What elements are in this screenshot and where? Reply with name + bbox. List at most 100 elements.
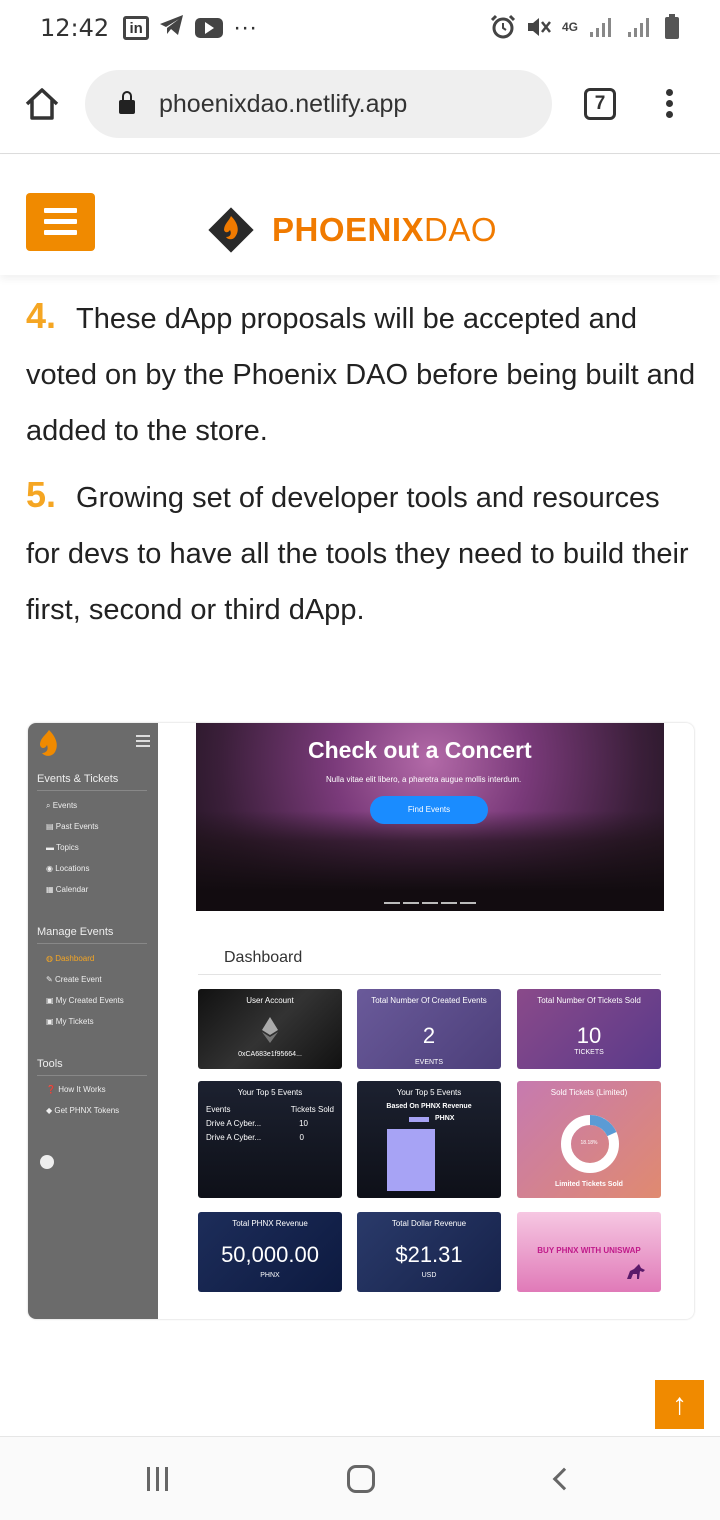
dollar-revenue-card: Total Dollar Revenue $21.31 USD bbox=[357, 1212, 501, 1292]
donut-percent: 18.18% bbox=[580, 1140, 598, 1146]
card-caption: Limited Tickets Sold bbox=[555, 1181, 623, 1188]
screenshot-sidebar: Events & Tickets ⌕ Events ▤ Past Events … bbox=[28, 723, 158, 1319]
home-icon[interactable] bbox=[22, 84, 62, 124]
list-item-text: Growing set of developer tools and resou… bbox=[26, 482, 689, 626]
more-notifications-icon: ··· bbox=[233, 14, 258, 41]
browser-toolbar: phoenixdao.netlify.app 7 bbox=[0, 56, 720, 154]
sidebar-link: ▣ My Created Events bbox=[46, 996, 124, 1005]
hero-subtitle: Nulla vitae elit libero, a pharetra augu… bbox=[326, 775, 522, 784]
table-header-row: Events Tickets Sold bbox=[206, 1105, 334, 1114]
alarm-icon bbox=[490, 14, 516, 39]
sidebar-link: ❓ How It Works bbox=[46, 1085, 106, 1094]
list-item: 4. These dApp proposals will be accepted … bbox=[26, 288, 698, 459]
sidebar-link: ◉ Locations bbox=[46, 864, 90, 873]
created-events-card: Total Number Of Created Events 2 EVENTS bbox=[357, 989, 501, 1069]
card-unit: USD bbox=[421, 1272, 437, 1279]
uniswap-card: BUY PHNX WITH UNISWAP bbox=[517, 1212, 661, 1292]
card-value: 50,000.00 bbox=[221, 1242, 319, 1267]
sidebar-section-title: Events & Tickets bbox=[37, 773, 119, 785]
sidebar-link: ▤ Past Events bbox=[46, 822, 99, 831]
signal-icon bbox=[590, 18, 611, 37]
linkedin-icon: in bbox=[123, 16, 150, 40]
sidebar-divider bbox=[37, 943, 147, 944]
clock: 12:42 bbox=[40, 14, 110, 42]
wallet-address: 0xCA683e1f95664... bbox=[238, 1051, 302, 1058]
hero-title: Check out a Concert bbox=[308, 737, 532, 763]
find-events-button: Find Events bbox=[370, 796, 488, 824]
user-account-card: User Account 0xCA683e1f95664... bbox=[198, 989, 342, 1069]
card-title: Your Top 5 Events bbox=[237, 1088, 303, 1097]
revenue-bar bbox=[387, 1129, 435, 1191]
top-revenue-card: Your Top 5 Events Based On PHNX Revenue … bbox=[357, 1081, 501, 1198]
sidebar-section-title: Manage Events bbox=[37, 926, 114, 938]
dashboard-title: Dashboard bbox=[224, 949, 303, 966]
app-screenshot-image: Events & Tickets ⌕ Events ▤ Past Events … bbox=[28, 723, 694, 1319]
article-content: 4. These dApp proposals will be accepted … bbox=[26, 288, 698, 646]
address-bar[interactable]: phoenixdao.netlify.app bbox=[85, 70, 552, 138]
phoenix-logo-icon bbox=[208, 207, 254, 253]
home-nav-icon[interactable] bbox=[347, 1465, 375, 1493]
tickets-sold-card: Total Number Of Tickets Sold 10 TICKETS bbox=[517, 989, 661, 1069]
sidebar-link: ⌕ Events bbox=[46, 801, 78, 810]
mute-icon bbox=[527, 18, 551, 36]
uniswap-label: BUY PHNX WITH UNISWAP bbox=[537, 1246, 641, 1255]
table-row: Drive A Cyber... 0 bbox=[206, 1133, 304, 1142]
sidebar-divider bbox=[37, 790, 147, 791]
card-unit: PHNX bbox=[260, 1272, 280, 1279]
signal-icon-2 bbox=[628, 18, 649, 37]
list-item-text: These dApp proposals will be accepted an… bbox=[26, 303, 696, 447]
site-header: PHOENIX DAO bbox=[0, 155, 720, 275]
top-events-card: Your Top 5 Events Events Tickets Sold Dri… bbox=[198, 1081, 342, 1198]
youtube-icon bbox=[195, 18, 224, 38]
sidebar-section-title: Tools bbox=[37, 1058, 63, 1070]
screenshot-hero-banner: Check out a Concert Nulla vitae elit lib… bbox=[196, 723, 664, 911]
logo-text-secondary: DAO bbox=[424, 211, 498, 248]
legend-label: PHNX bbox=[435, 1115, 455, 1122]
tab-switcher-button[interactable]: 7 bbox=[584, 88, 616, 120]
card-value: $21.31 bbox=[395, 1242, 463, 1267]
list-item-number: 5. bbox=[26, 474, 57, 515]
list-item: 5. Growing set of developer tools and res… bbox=[26, 467, 698, 638]
carousel-indicators bbox=[384, 891, 479, 909]
sidebar-link: ▣ My Tickets bbox=[46, 1017, 94, 1026]
network-type: 4G bbox=[561, 20, 578, 34]
lock-icon bbox=[119, 91, 135, 114]
sidebar-toggle-icon bbox=[136, 735, 150, 750]
telegram-icon bbox=[159, 14, 185, 43]
sidebar-link: ▬ Topics bbox=[46, 843, 79, 852]
unicorn-icon bbox=[627, 1264, 645, 1279]
table-row: Drive A Cyber... 10 bbox=[206, 1119, 308, 1128]
dashboard-divider bbox=[198, 974, 661, 975]
sidebar-link: ✎ Create Event bbox=[46, 975, 102, 984]
site-logo[interactable]: PHOENIX DAO bbox=[204, 203, 497, 257]
card-title: Total Dollar Revenue bbox=[391, 1219, 467, 1228]
sidebar-link: ▦ Calendar bbox=[46, 885, 89, 894]
card-title: Total Number Of Tickets Sold bbox=[537, 996, 641, 1005]
sidebar-link: ◆ Get PHNX Tokens bbox=[46, 1106, 120, 1115]
scroll-to-top-button[interactable]: ↑ bbox=[655, 1380, 704, 1429]
card-title: Total Number Of Created Events bbox=[371, 996, 487, 1005]
card-subtitle: Based On PHNX Revenue bbox=[386, 1103, 472, 1110]
back-icon[interactable] bbox=[552, 1467, 576, 1491]
sold-limited-card: Sold Tickets (Limited) 18.18% Limited Ti… bbox=[517, 1081, 661, 1198]
url-text: phoenixdao.netlify.app bbox=[159, 89, 408, 118]
recent-apps-icon[interactable] bbox=[147, 1467, 175, 1491]
battery-icon bbox=[665, 14, 679, 39]
flame-logo-icon bbox=[40, 730, 57, 756]
logo-text-primary: PHOENIX bbox=[272, 211, 425, 248]
github-icon bbox=[40, 1155, 54, 1169]
card-title: Total PHNX Revenue bbox=[232, 1219, 308, 1228]
card-value: 10 bbox=[576, 1023, 602, 1048]
top-events-table: Events Tickets Sold Drive A Cyber... 10 Dr… bbox=[206, 1105, 334, 1147]
card-title: Your Top 5 Events bbox=[396, 1088, 462, 1097]
ethereum-icon bbox=[262, 1017, 278, 1043]
legend-swatch bbox=[409, 1117, 429, 1122]
card-title: User Account bbox=[246, 996, 294, 1005]
sidebar-link-active: ◍ Dashboard bbox=[46, 954, 95, 963]
hamburger-menu-button[interactable] bbox=[26, 193, 95, 251]
phnx-revenue-card: Total PHNX Revenue 50,000.00 PHNX bbox=[198, 1212, 342, 1292]
browser-menu-icon[interactable] bbox=[666, 89, 674, 119]
list-item-number: 4. bbox=[26, 295, 57, 336]
card-unit: EVENTS bbox=[414, 1059, 443, 1066]
card-value: 2 bbox=[422, 1023, 436, 1048]
